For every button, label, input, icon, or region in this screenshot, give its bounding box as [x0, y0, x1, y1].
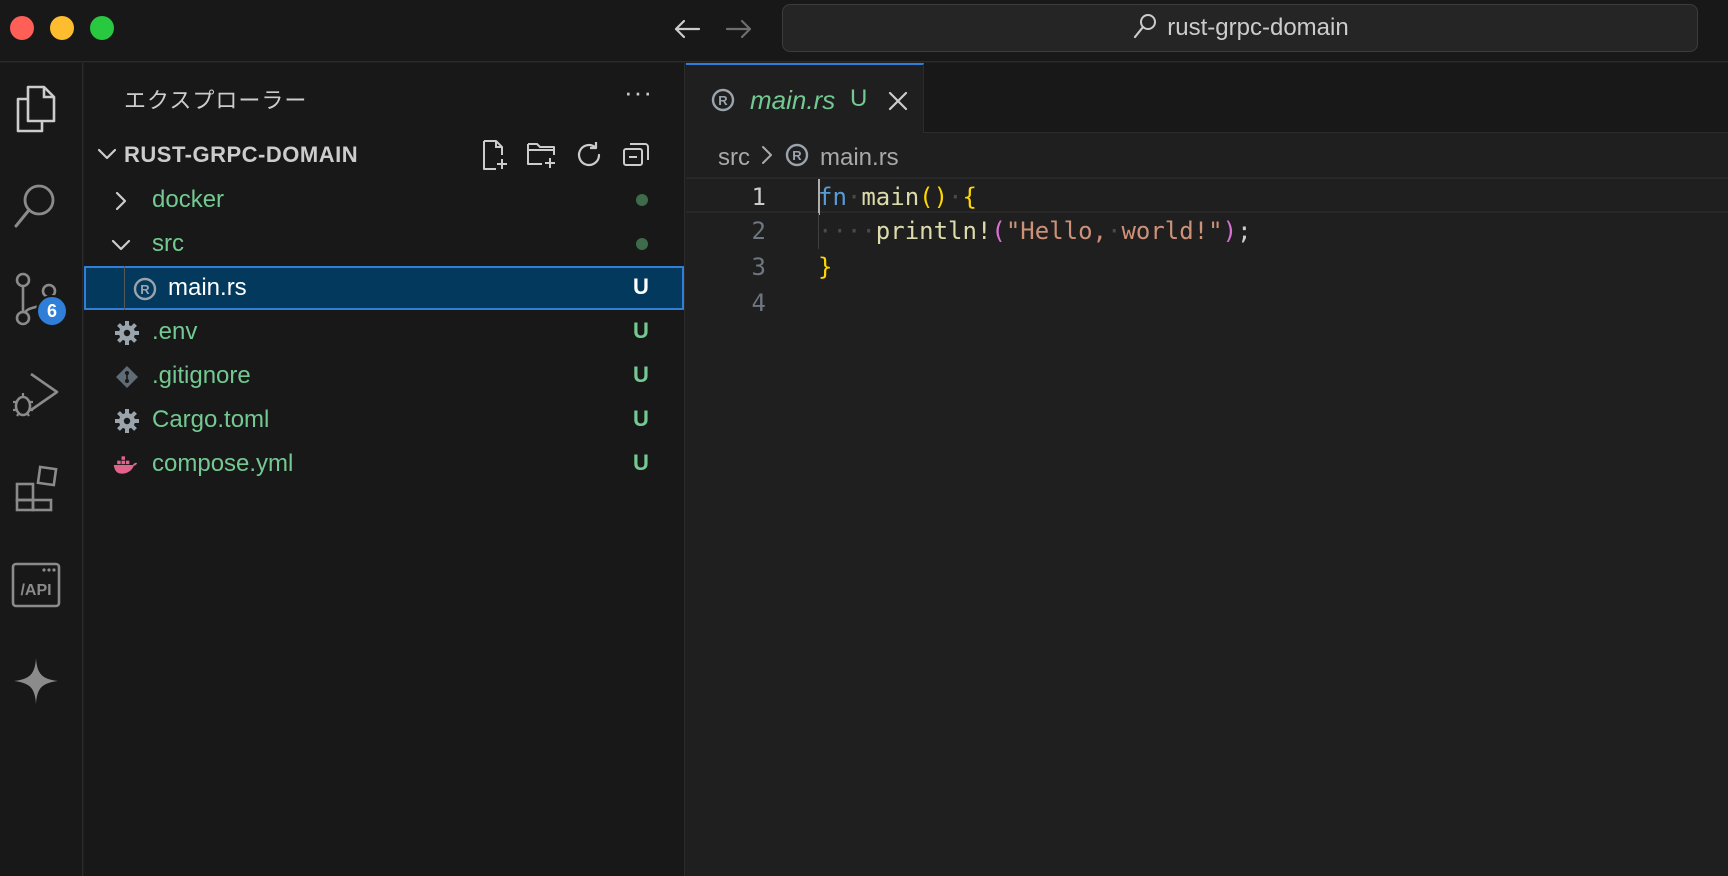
refresh-icon[interactable]: [572, 138, 606, 172]
chevron-down-icon: [96, 144, 118, 169]
source-control-badge: 6: [36, 295, 68, 327]
back-arrow-icon[interactable]: [672, 14, 702, 44]
explorer-title: エクスプローラー: [124, 88, 308, 113]
tree-item-label: Cargo.toml: [152, 406, 270, 433]
collapse-all-icon[interactable]: [619, 138, 653, 172]
command-center-search[interactable]: rust-grpc-domain: [782, 4, 1698, 52]
tree-item-label: docker: [152, 186, 225, 213]
code-line: 4: [686, 285, 1728, 321]
code-line: 2 ····println!("Hello,·world!");: [686, 213, 1728, 249]
extensions-icon[interactable]: [0, 453, 72, 525]
untracked-status: U: [633, 406, 649, 431]
line-number: 1: [751, 183, 766, 211]
workspace-folder-name: RUST-GRPC-DOMAIN: [124, 142, 359, 167]
untracked-status: U: [633, 362, 649, 387]
more-actions-button[interactable]: ···: [624, 77, 653, 108]
gear-icon: [114, 320, 140, 346]
tab-title: main.rs: [750, 85, 836, 115]
line-number: 3: [751, 253, 766, 281]
forward-arrow-icon[interactable]: [724, 14, 754, 44]
git-icon: [114, 364, 140, 390]
chevron-right-icon: [108, 188, 134, 214]
new-folder-icon[interactable]: [525, 138, 559, 172]
explorer-sidebar: エクスプローラー ··· RUST-GRPC-DOMAIN docker src…: [84, 63, 685, 876]
source-control-icon[interactable]: 6: [0, 263, 72, 335]
rust-file-icon: R: [784, 142, 810, 175]
tree-item-env[interactable]: .env U: [84, 310, 684, 354]
tree-item-cargo-toml[interactable]: Cargo.toml U: [84, 398, 684, 442]
svg-text:R: R: [718, 93, 728, 108]
api-icon[interactable]: /API: [0, 549, 72, 621]
modified-dot: [636, 238, 648, 250]
untracked-status: U: [633, 450, 649, 475]
search-text: rust-grpc-domain: [1167, 14, 1349, 41]
svg-text:/API: /API: [20, 582, 51, 599]
search-icon: [1131, 12, 1159, 45]
workspace-folder-header[interactable]: RUST-GRPC-DOMAIN: [84, 134, 684, 174]
chevron-down-icon: [108, 232, 134, 258]
svg-text:R: R: [792, 148, 802, 163]
breadcrumb-file[interactable]: main.rs: [820, 144, 899, 172]
code-text: ····println!("Hello,·world!");: [818, 217, 1252, 245]
docker-whale-icon: [112, 452, 138, 478]
tree-item-src[interactable]: src: [84, 222, 684, 266]
close-window-button[interactable]: [10, 16, 34, 40]
indent-guide: [124, 266, 125, 310]
editor-area: R main.rs U src R main.rs 1 fn·main()·{ …: [686, 63, 1728, 876]
breadcrumb-folder[interactable]: src: [718, 144, 750, 172]
maximize-window-button[interactable]: [90, 16, 114, 40]
code-editor[interactable]: 1 fn·main()·{ 2 ····println!("Hello,·wor…: [686, 177, 1728, 777]
explorer-icon[interactable]: [0, 73, 72, 145]
tree-item-main-rs[interactable]: R main.rs U: [84, 266, 684, 310]
breadcrumb: src R main.rs: [718, 141, 899, 175]
line-number: 4: [751, 289, 766, 317]
code-text: }: [818, 253, 833, 281]
chevron-right-icon: [760, 144, 774, 173]
code-line: 3 }: [686, 249, 1728, 285]
sparkle-icon[interactable]: [0, 645, 72, 717]
new-file-icon[interactable]: [478, 138, 512, 172]
tree-item-compose-yml[interactable]: compose.yml U: [84, 442, 684, 486]
rust-file-icon: R: [132, 276, 158, 302]
tree-item-label: .gitignore: [152, 362, 251, 389]
search-icon[interactable]: [0, 169, 72, 241]
run-debug-icon[interactable]: [0, 357, 72, 429]
gear-icon: [114, 408, 140, 434]
tree-item-docker[interactable]: docker: [84, 178, 684, 222]
tab-status: U: [850, 85, 868, 112]
modified-dot: [636, 194, 648, 206]
tree-item-label: compose.yml: [152, 450, 294, 477]
tree-item-label: main.rs: [168, 274, 247, 301]
minimize-window-button[interactable]: [50, 16, 74, 40]
tab-main-rs[interactable]: R main.rs U: [686, 63, 924, 133]
close-icon[interactable]: [884, 87, 912, 115]
tree-item-gitignore[interactable]: .gitignore U: [84, 354, 684, 398]
untracked-status: U: [633, 318, 649, 343]
code-line: 1 fn·main()·{: [686, 177, 1728, 215]
svg-text:R: R: [140, 282, 150, 297]
rust-file-icon: R: [710, 87, 736, 118]
activity-bar: 6 /API: [0, 63, 83, 876]
tab-bar: R main.rs U: [686, 63, 1728, 133]
tree-item-label: src: [152, 230, 184, 257]
title-bar: rust-grpc-domain: [0, 0, 1728, 62]
tree-item-label: .env: [152, 318, 198, 345]
line-number: 2: [751, 217, 766, 245]
untracked-status: U: [633, 274, 649, 299]
code-text: fn·main()·{: [818, 183, 977, 211]
